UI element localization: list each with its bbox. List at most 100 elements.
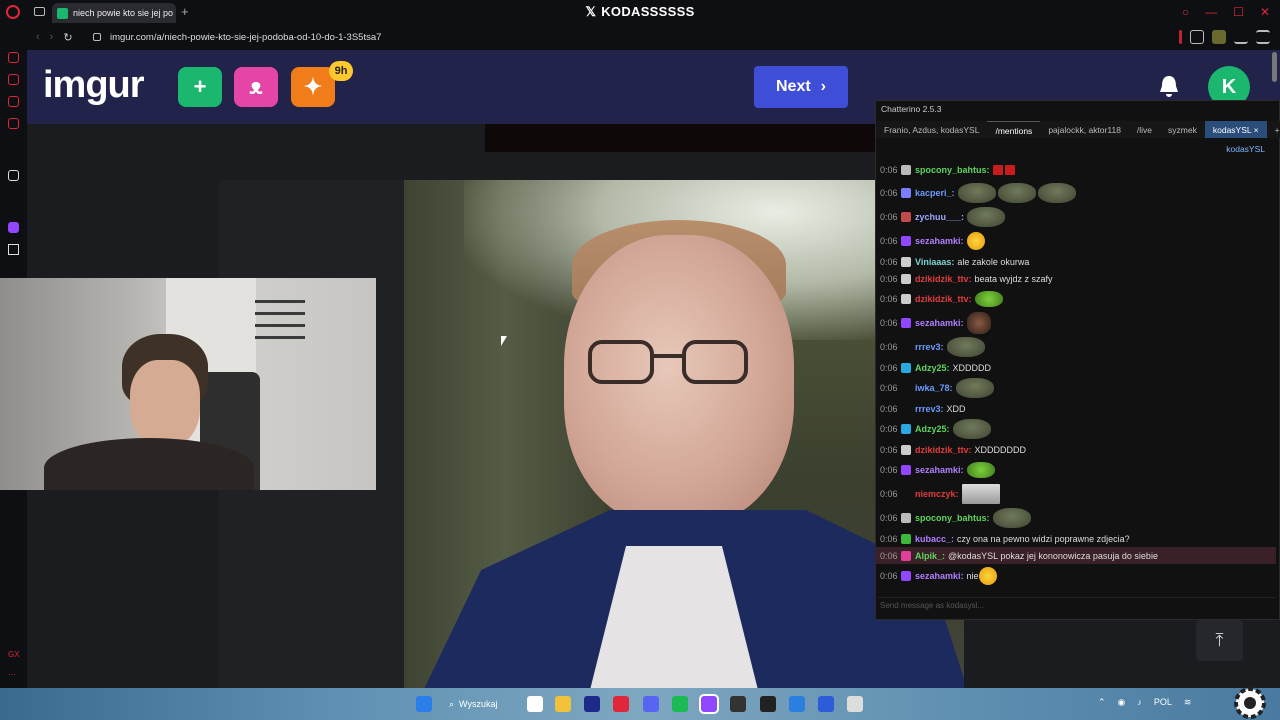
- x-sidebar-icon[interactable]: [8, 244, 19, 255]
- chat-message[interactable]: 0:06 rrrev3: XDD: [880, 400, 1276, 417]
- chat-message[interactable]: 0:06 dzikidzik_ttv:: [880, 287, 1276, 311]
- message-username[interactable]: dzikidzik_ttv:: [915, 294, 972, 304]
- emote-pepe-icon[interactable]: [952, 419, 991, 439]
- close-tab-icon[interactable]: ×: [1254, 125, 1259, 135]
- wallet-icon[interactable]: [8, 96, 19, 107]
- taskbar-app-icon[interactable]: [699, 694, 719, 714]
- url-field[interactable]: imgur.com/a/niech-powie-kto-sie-jej-podo…: [110, 32, 381, 43]
- emote-pepe-icon[interactable]: [992, 508, 1031, 528]
- message-username[interactable]: sezahamki:: [915, 571, 964, 581]
- cat-icon[interactable]: ᴥ: [234, 67, 278, 107]
- chat-message[interactable]: 0:06 Adzy25:: [880, 417, 1276, 441]
- message-username[interactable]: Adzy25:: [915, 363, 950, 373]
- message-username[interactable]: sezahamki:: [915, 318, 964, 328]
- music-icon[interactable]: [8, 118, 19, 129]
- message-username[interactable]: Adzy25:: [915, 424, 950, 434]
- taskbar-app-icon[interactable]: [613, 696, 629, 712]
- taskbar-app-icon[interactable]: [847, 696, 863, 712]
- settings-gear-icon[interactable]: [1232, 686, 1268, 720]
- tab-group-1[interactable]: Franio, Azdus, kodasYSL: [876, 121, 987, 138]
- emote-pepe-icon[interactable]: [967, 207, 1006, 227]
- message-username[interactable]: spocony_bahtus:: [915, 165, 990, 175]
- tab-syzmek[interactable]: syzmek: [1160, 121, 1205, 138]
- chat-message[interactable]: 0:06 sezahamki:: [880, 229, 1276, 253]
- imgur-logo[interactable]: imgur: [43, 64, 145, 107]
- message-username[interactable]: sezahamki:: [915, 236, 964, 246]
- emote-pepe-icon[interactable]: [957, 183, 996, 203]
- ai-icon[interactable]: [8, 170, 19, 181]
- taskbar-app-icon[interactable]: [584, 696, 600, 712]
- add-tab-button[interactable]: +: [1267, 121, 1280, 138]
- scroll-to-top-button[interactable]: ⤒: [1196, 620, 1243, 661]
- emote-green-icon[interactable]: [966, 462, 995, 478]
- shopping-icon[interactable]: [8, 74, 19, 85]
- menu-icon[interactable]: [1256, 30, 1270, 44]
- tab-mentions[interactable]: /mentions: [987, 121, 1041, 138]
- chat-message[interactable]: 0:06 sezahamki:: [880, 311, 1276, 335]
- new-post-button[interactable]: +: [178, 67, 222, 107]
- emote-pepe-icon[interactable]: [1037, 183, 1076, 203]
- taskbar-app-icon[interactable]: [818, 696, 834, 712]
- mic-icon[interactable]: ♪: [1137, 697, 1142, 708]
- back-button[interactable]: ‹: [36, 31, 40, 44]
- message-username[interactable]: niemczyk:: [915, 489, 959, 499]
- message-username[interactable]: kacperi_:: [915, 188, 955, 198]
- language-indicator[interactable]: POL: [1154, 697, 1172, 708]
- scrollbar[interactable]: [1272, 52, 1277, 82]
- emote-red-icon[interactable]: [1004, 165, 1015, 175]
- taskbar-app-icon[interactable]: [643, 696, 659, 712]
- aria-icon[interactable]: [8, 52, 19, 63]
- message-username[interactable]: dzikidzik_ttv:: [915, 445, 972, 455]
- reload-button[interactable]: ↻: [63, 31, 72, 44]
- chat-message[interactable]: 0:06 zychuu___:: [880, 205, 1276, 229]
- bell-icon[interactable]: [1157, 74, 1181, 100]
- emote-yellow-icon[interactable]: [978, 567, 997, 585]
- lock-icon[interactable]: [93, 33, 101, 41]
- tab-group-2[interactable]: pajalockk, aktor118: [1040, 121, 1129, 138]
- chat-message[interactable]: 0:06 spocony_bahtus:: [880, 506, 1276, 530]
- taskbar-app-icon[interactable]: [760, 696, 776, 712]
- message-username[interactable]: spocony_bahtus:: [915, 513, 990, 523]
- extensions-icon[interactable]: [1190, 30, 1204, 44]
- ad-banner[interactable]: [485, 124, 885, 152]
- taskbar-app-icon[interactable]: [672, 696, 688, 712]
- chevron-up-icon[interactable]: ⌃: [1098, 697, 1106, 708]
- chat-message[interactable]: 0:06 rrrev3:: [880, 335, 1276, 359]
- emote-pers-icon[interactable]: [966, 312, 991, 334]
- chat-message[interactable]: 0:06 dzikidzik_ttv: XDDDDDDD: [880, 441, 1276, 458]
- chat-message[interactable]: 0:06 niemczyk:: [880, 482, 1276, 506]
- maximize-button[interactable]: ☐: [1233, 5, 1244, 19]
- chat-message[interactable]: 0:06 Viniaaas: ale zakole okurwa: [880, 253, 1276, 270]
- network-icon[interactable]: ◉: [1118, 697, 1126, 708]
- message-username[interactable]: Alpik_:: [915, 551, 945, 561]
- chat-message[interactable]: 0:06 sezahamki:: [880, 458, 1276, 482]
- taskbar-search[interactable]: ⌕ Wyszukaj: [449, 695, 521, 713]
- chat-message[interactable]: 0:06 Adzy25: XDDDDD: [880, 359, 1276, 376]
- emote-yellow-icon[interactable]: [966, 232, 985, 250]
- emote-red-icon[interactable]: [992, 165, 1003, 175]
- emote-pic-icon[interactable]: [961, 484, 1000, 504]
- chat-message[interactable]: 0:06 iwka_78:: [880, 376, 1276, 400]
- twitch-icon[interactable]: [8, 222, 19, 233]
- tab-live[interactable]: /live: [1129, 121, 1160, 138]
- message-username[interactable]: dzikidzik_ttv:: [915, 274, 972, 284]
- taskbar-app-icon[interactable]: [730, 696, 746, 712]
- chat-message[interactable]: 0:06 spocony_bahtus:: [880, 159, 1276, 181]
- taskbar-app-icon[interactable]: [527, 696, 543, 712]
- taskbar-app-icon[interactable]: [555, 696, 571, 712]
- search-tabs-icon[interactable]: ○: [1182, 5, 1189, 19]
- message-username[interactable]: iwka_78:: [915, 383, 953, 393]
- more-icon[interactable]: ···: [8, 670, 16, 679]
- wifi-icon[interactable]: ≋: [1184, 697, 1192, 708]
- message-username[interactable]: kubacc_:: [915, 534, 954, 544]
- chat-message[interactable]: 0:06 kubacc_: czy ona na pewno widzi popra…: [880, 530, 1276, 547]
- download-icon[interactable]: [1234, 30, 1248, 44]
- chat-message[interactable]: 0:06 sezahamki: nie: [880, 564, 1276, 588]
- message-username[interactable]: Viniaaas:: [915, 257, 954, 267]
- profile-icon[interactable]: [1212, 30, 1226, 44]
- message-username[interactable]: rrrev3:: [915, 404, 944, 414]
- emote-pepe-icon[interactable]: [946, 337, 985, 357]
- next-button[interactable]: Next ›: [754, 66, 848, 108]
- forward-button[interactable]: ›: [50, 31, 54, 44]
- chat-message[interactable]: 0:06 Alpik_: @kodasYSL pokaz jej kononowic…: [876, 547, 1276, 564]
